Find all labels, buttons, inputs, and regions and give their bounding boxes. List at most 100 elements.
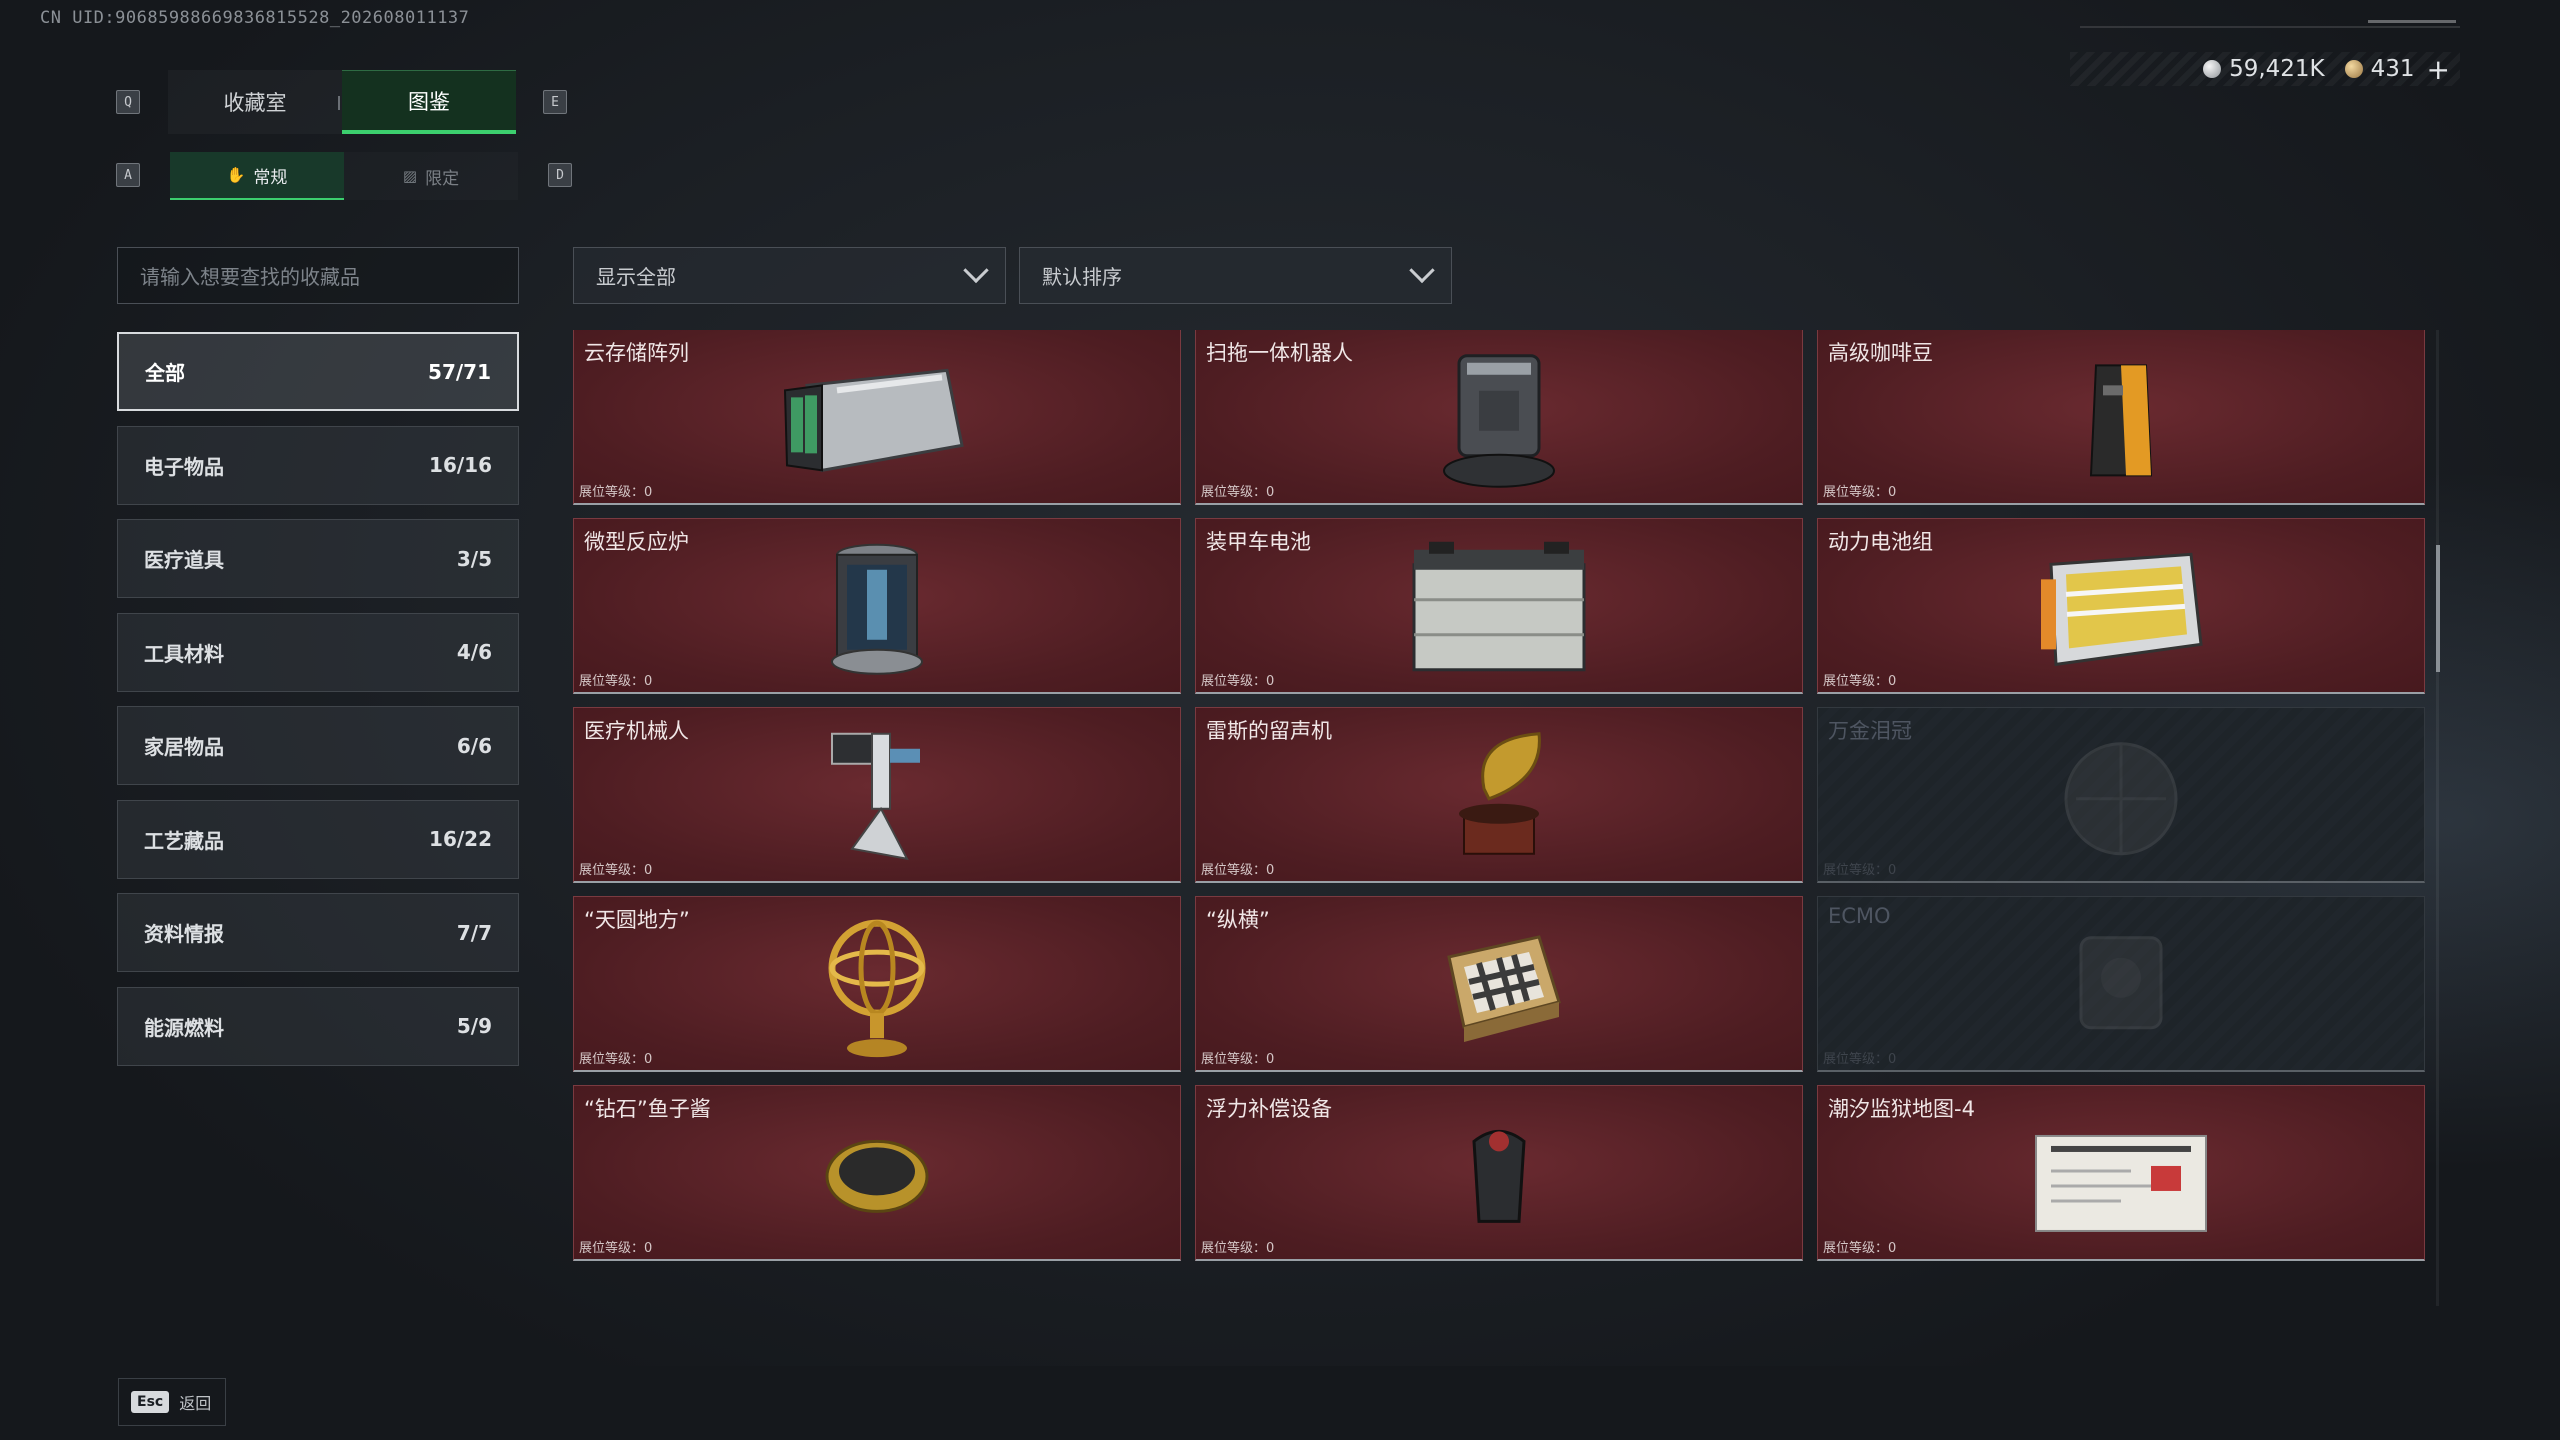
collection-card[interactable]: 医疗机械人展位等级：0	[573, 707, 1181, 883]
category-count: 5/9	[456, 1014, 492, 1038]
key-hint-d: D	[548, 163, 572, 187]
card-title: 医疗机械人	[584, 719, 689, 743]
category-label: 医疗道具	[144, 548, 224, 572]
category-count: 3/5	[456, 546, 492, 571]
card-level: 展位等级：0	[1201, 1241, 1275, 1256]
collection-card[interactable]: 微型反应炉展位等级：0	[573, 518, 1181, 694]
subtab-limited[interactable]: ▨ 限定	[344, 152, 518, 200]
category-count: 4/6	[456, 640, 492, 664]
card-level: 展位等级：0	[579, 674, 653, 689]
subtab-regular[interactable]: ✋ 常规	[170, 152, 344, 200]
currency-silver: 59,421K	[2203, 56, 2325, 82]
gramophone-icon	[1444, 728, 1554, 872]
collection-card[interactable]: 云存储阵列展位等级：0	[573, 330, 1181, 505]
currency-gold: 431 +	[2344, 53, 2450, 86]
category-crafts[interactable]: 工艺藏品 16/22	[117, 799, 519, 879]
collection-card[interactable]: 潮汐监狱地图-4 展位等级：0	[1817, 1085, 2425, 1261]
collection-card[interactable]: “纵横” 展位等级：0	[1195, 896, 1803, 1072]
category-label: 全部	[145, 361, 185, 385]
category-count: 57/71	[428, 359, 491, 384]
ecmo-icon	[2051, 917, 2191, 1061]
battery-icon	[1404, 539, 1594, 683]
card-title: “天圆地方”	[584, 908, 690, 932]
uid-label: CN UID:90685988669836815528_202608011137	[40, 8, 470, 28]
top-divider-accent	[2368, 20, 2456, 23]
map-icon	[2031, 1115, 2211, 1239]
silver-amount: 59,421K	[2229, 56, 2325, 82]
category-count: 16/16	[429, 453, 492, 477]
card-level: 展位等级：0	[1201, 863, 1275, 878]
back-button[interactable]: Esc 返回	[118, 1378, 226, 1426]
sort-dropdown[interactable]: 默认排序	[1019, 247, 1452, 304]
silver-coin-icon	[2203, 60, 2222, 78]
storage-array-icon	[777, 355, 977, 489]
card-level: 展位等级：0	[1823, 1052, 1897, 1067]
card-level: 展位等级：0	[1823, 674, 1897, 689]
main-tabs: 收藏室 图鉴	[168, 70, 516, 134]
card-title: 动力电池组	[1828, 530, 1933, 554]
item-grid-viewport: 展位等级：0展位等级：0展位等级：0云存储阵列展位等级：0扫拖一体机器人展位等级…	[573, 330, 2425, 1306]
card-level: 展位等级：0	[1201, 1052, 1275, 1067]
category-energy[interactable]: 能源燃料 5/9	[117, 986, 519, 1066]
armillary-icon	[822, 913, 932, 1067]
category-tools[interactable]: 工具材料 4/6	[117, 612, 519, 692]
card-level: 展位等级：0	[579, 1241, 653, 1256]
collection-card[interactable]: “天圆地方” 展位等级：0	[573, 896, 1181, 1072]
gold-amount: 431	[2370, 56, 2415, 82]
card-level: 展位等级：0	[579, 485, 653, 500]
card-level: 展位等级：0	[579, 863, 653, 878]
battery-pack-icon	[2031, 544, 2211, 678]
scrollbar-thumb[interactable]	[2436, 545, 2440, 672]
card-title: “钻石”鱼子酱	[584, 1097, 711, 1121]
category-household[interactable]: 家居物品 6/6	[117, 706, 519, 785]
card-title: 云存储阵列	[584, 341, 689, 365]
esc-key-icon: Esc	[131, 1391, 170, 1413]
card-title: 装甲车电池	[1206, 530, 1311, 554]
category-label: 资料情报	[144, 922, 224, 946]
medical-robot-icon	[822, 728, 932, 872]
key-hint-e: E	[543, 90, 567, 114]
collection-card[interactable]: 雷斯的留声机 展位等级：0	[1195, 707, 1803, 883]
collection-card[interactable]: 万金泪冠 展位等级：0	[1817, 707, 2425, 883]
category-count: 7/7	[456, 920, 492, 945]
collection-card[interactable]: 动力电池组展位等级：0	[1817, 518, 2425, 694]
search-input[interactable]: 请输入想要查找的收藏品	[117, 247, 519, 304]
category-count: 6/6	[456, 733, 492, 758]
card-level: 展位等级：0	[1823, 485, 1897, 500]
tab-collection-room[interactable]: 收藏室	[168, 70, 342, 134]
collection-card[interactable]: “钻石”鱼子酱展位等级：0	[573, 1085, 1181, 1261]
add-currency-button[interactable]: +	[2427, 53, 2450, 86]
card-title: 万金泪冠	[1828, 719, 1912, 743]
collection-card[interactable]: 装甲车电池 展位等级：0	[1195, 518, 1803, 694]
sub-tabs: ✋ 常规 ▨ 限定	[170, 152, 518, 200]
back-label: 返回	[179, 1394, 212, 1413]
scrollbar-track[interactable]	[2436, 330, 2439, 1306]
top-divider	[2080, 26, 2460, 28]
collection-card[interactable]: 浮力补偿设备展位等级：0	[1195, 1085, 1803, 1261]
collection-card[interactable]: 高级咖啡豆 展位等级：0	[1817, 330, 2425, 505]
bottom-bar	[0, 1366, 2560, 1440]
category-label: 工艺藏品	[144, 828, 224, 853]
collection-card[interactable]: 扫拖一体机器人 展位等级：0	[1195, 330, 1803, 505]
chevron-down-icon	[1409, 257, 1435, 283]
limited-icon: ▨	[402, 167, 418, 185]
show-filter-dropdown[interactable]: 显示全部	[573, 247, 1006, 304]
reactor-icon	[822, 539, 932, 683]
card-title: “纵横”	[1206, 908, 1270, 932]
chessboard-icon	[1429, 926, 1569, 1050]
collection-card[interactable]: ECMO 展位等级：0	[1817, 896, 2425, 1072]
coffee-bag-icon	[2081, 355, 2161, 489]
category-electronics[interactable]: 电子物品 16/16	[117, 425, 519, 505]
show-filter-value: 显示全部	[596, 265, 676, 289]
category-all[interactable]: 全部 57/71	[117, 332, 519, 411]
card-title: ECMO	[1828, 904, 1891, 928]
card-title: 微型反应炉	[584, 530, 689, 554]
card-title: 浮力补偿设备	[1206, 1097, 1332, 1121]
tab-codex[interactable]: 图鉴	[342, 70, 516, 134]
card-level: 展位等级：0	[579, 1052, 653, 1067]
card-title: 扫拖一体机器人	[1206, 341, 1353, 365]
bcd-icon	[1444, 1111, 1554, 1245]
category-medical[interactable]: 医疗道具 3/5	[117, 519, 519, 598]
category-label: 工具材料	[144, 641, 224, 666]
category-intel[interactable]: 资料情报 7/7	[117, 893, 519, 972]
